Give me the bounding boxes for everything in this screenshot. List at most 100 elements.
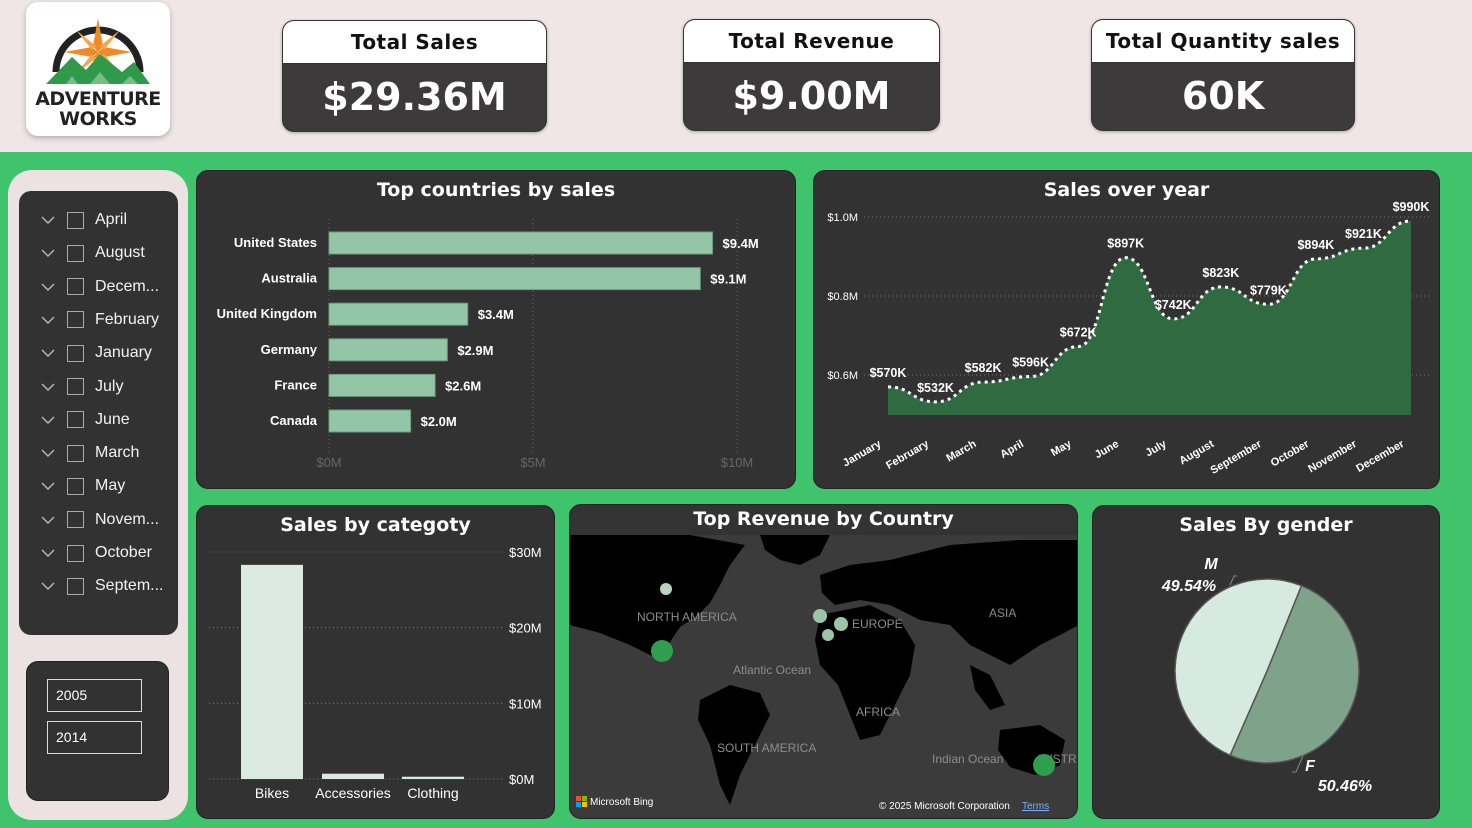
month-slicer-item[interactable]: April bbox=[19, 205, 178, 235]
chevron-down-icon[interactable] bbox=[41, 280, 55, 294]
map-bubble-germany[interactable] bbox=[834, 617, 848, 631]
month-slicer-item[interactable]: Decem... bbox=[19, 272, 178, 302]
checkbox[interactable] bbox=[67, 378, 84, 395]
month-slicer-item[interactable]: March bbox=[19, 438, 178, 468]
month-slicer-label: January bbox=[95, 344, 152, 362]
bar[interactable] bbox=[328, 373, 436, 397]
month-slicer-item[interactable]: October bbox=[19, 538, 178, 568]
map-label-europe: EUROPE bbox=[852, 617, 903, 631]
x-tick-label: $5M bbox=[520, 455, 545, 470]
y-tick-label: $0M bbox=[509, 772, 534, 787]
year-end-input[interactable]: 2014 bbox=[47, 721, 142, 754]
map-panel[interactable]: NORTH AMERICA EUROPE ASIA Atlantic Ocean… bbox=[569, 504, 1078, 819]
checkbox[interactable] bbox=[67, 544, 84, 562]
month-slicer-label: April bbox=[95, 211, 128, 228]
category-chart-panel: Sales by categoty $0M $10M $20M $30M Bikes Ac… bbox=[196, 505, 555, 819]
slice-percent: 49.54% bbox=[1161, 578, 1216, 595]
chevron-down-icon[interactable] bbox=[41, 479, 55, 493]
chevron-down-icon[interactable] bbox=[41, 413, 55, 427]
checkbox[interactable] bbox=[67, 444, 84, 462]
x-tick-label: July bbox=[1144, 438, 1170, 460]
y-tick-label: United States bbox=[234, 235, 317, 250]
chevron-down-icon[interactable] bbox=[41, 246, 55, 260]
bar[interactable] bbox=[328, 338, 448, 362]
chevron-down-icon[interactable] bbox=[41, 313, 55, 327]
map-label-africa: AFRICA bbox=[856, 705, 900, 719]
x-tick-label: April bbox=[998, 438, 1026, 461]
map-label-indian-ocean: Indian Ocean bbox=[932, 752, 1003, 766]
x-tick-label: $0M bbox=[316, 455, 341, 470]
checkbox[interactable] bbox=[67, 411, 84, 429]
data-label: $570K bbox=[870, 366, 907, 380]
x-tick-label: December bbox=[1354, 438, 1407, 475]
checkbox[interactable] bbox=[67, 244, 84, 262]
brand-logo: ADVENTURE WORKS bbox=[26, 2, 170, 136]
kpi-total-sales: Total Sales $29.36M bbox=[282, 20, 547, 132]
data-label: $3.4M bbox=[478, 307, 514, 322]
x-tick-label: February bbox=[884, 438, 932, 472]
map-bubble-australia[interactable] bbox=[1033, 754, 1055, 776]
bar[interactable] bbox=[241, 564, 303, 779]
month-slicer-item[interactable]: February bbox=[19, 305, 178, 335]
chevron-down-icon[interactable] bbox=[41, 380, 55, 394]
y-tick-label: $10M bbox=[509, 696, 542, 711]
world-map[interactable]: NORTH AMERICA EUROPE ASIA Atlantic Ocean… bbox=[570, 505, 1078, 819]
gender-pie-chart: M 49.54% F50.46% bbox=[1161, 556, 1372, 795]
checkbox[interactable] bbox=[67, 511, 84, 529]
bar[interactable] bbox=[328, 302, 469, 326]
chevron-down-icon[interactable] bbox=[41, 446, 55, 460]
sales-year-panel: Sales over year $0.6M $0.8M $1.0M $570K Janu… bbox=[813, 170, 1440, 489]
month-slicer-label: March bbox=[95, 444, 140, 462]
checkbox[interactable] bbox=[67, 344, 84, 362]
month-slicer-item[interactable]: January bbox=[19, 338, 178, 368]
chart-title: Top Revenue by Country bbox=[693, 508, 954, 530]
countries-chart-panel: Top countries by sales $0M $5M $10M United … bbox=[196, 170, 796, 489]
bar[interactable] bbox=[322, 773, 384, 779]
data-label: $823K bbox=[1202, 266, 1239, 280]
data-label: $532K bbox=[917, 381, 954, 395]
month-slicer-item[interactable]: Septem... bbox=[19, 571, 178, 601]
month-slicer-item[interactable]: June bbox=[19, 405, 178, 435]
y-tick-label: $0.8M bbox=[827, 291, 858, 303]
month-slicer-item[interactable]: May bbox=[19, 471, 178, 501]
chevron-down-icon[interactable] bbox=[41, 546, 55, 560]
map-bubble-france[interactable] bbox=[822, 629, 834, 641]
checkbox[interactable] bbox=[67, 278, 84, 296]
bar[interactable] bbox=[328, 267, 701, 291]
month-slicer-item[interactable]: Novem... bbox=[19, 505, 178, 535]
map-bubble-united-states[interactable] bbox=[651, 640, 673, 662]
y-tick-label: Australia bbox=[261, 271, 317, 286]
kpi-title: Total Sales bbox=[283, 21, 546, 64]
slice-percent: 50.46% bbox=[1318, 778, 1372, 795]
brand-name-line2: WORKS bbox=[59, 108, 137, 130]
map-bubble-united-kingdom[interactable] bbox=[813, 609, 827, 623]
map-bubble-canada[interactable] bbox=[660, 583, 672, 595]
bar[interactable] bbox=[328, 231, 714, 255]
map-attribution: Microsoft Bing bbox=[590, 797, 653, 808]
gender-chart-panel: Sales By gender M 49.54% F 50.46% bbox=[1092, 505, 1440, 819]
kpi-total-quantity: Total Quantity sales 60K bbox=[1091, 19, 1355, 131]
checkbox[interactable] bbox=[67, 211, 84, 229]
month-slicer-label: Decem... bbox=[95, 277, 160, 295]
month-slicer-item[interactable]: August bbox=[19, 238, 178, 268]
bar[interactable] bbox=[402, 776, 464, 779]
map-label-north-america: NORTH AMERICA bbox=[637, 610, 737, 624]
chevron-down-icon[interactable] bbox=[41, 346, 55, 360]
bar[interactable] bbox=[328, 409, 412, 433]
checkbox[interactable] bbox=[67, 577, 84, 595]
kpi-title: Total Revenue bbox=[684, 20, 939, 63]
slice-label: F bbox=[1305, 758, 1316, 775]
map-copyright: © 2025 Microsoft Corporation bbox=[879, 801, 1010, 812]
map-label-atlantic: Atlantic Ocean bbox=[733, 663, 811, 677]
map-terms-link[interactable]: Terms bbox=[1022, 801, 1049, 812]
year-start-input[interactable]: 2005 bbox=[47, 679, 142, 712]
x-tick-label: Bikes bbox=[255, 785, 289, 801]
x-tick-label: Accessories bbox=[315, 785, 390, 801]
kpi-total-revenue: Total Revenue $9.00M bbox=[683, 19, 940, 131]
chevron-down-icon[interactable] bbox=[41, 579, 55, 593]
chevron-down-icon[interactable] bbox=[41, 513, 55, 527]
checkbox[interactable] bbox=[67, 477, 84, 495]
checkbox[interactable] bbox=[67, 311, 84, 329]
chevron-down-icon[interactable] bbox=[41, 213, 55, 227]
month-slicer-item[interactable]: July bbox=[19, 372, 178, 402]
